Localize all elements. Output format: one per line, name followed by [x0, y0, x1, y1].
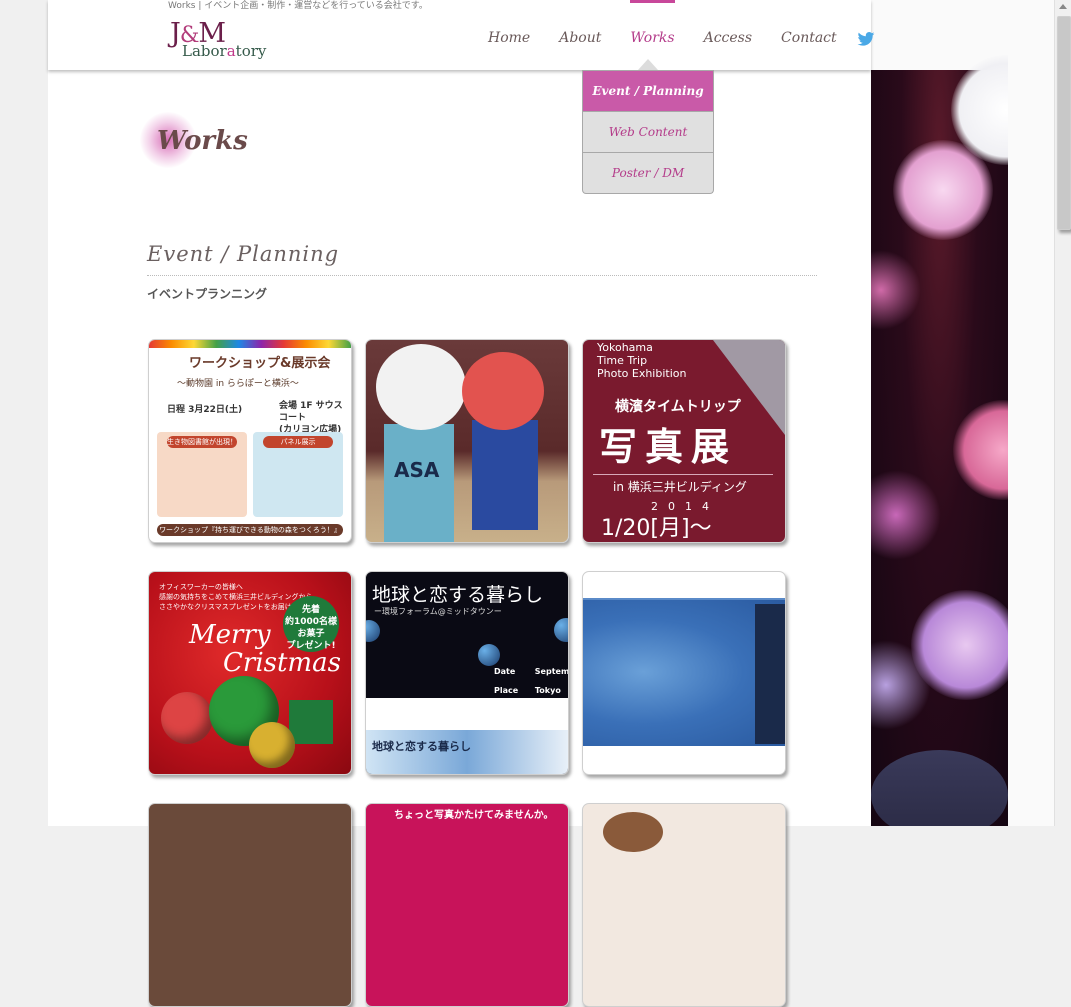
work-thumb-earth-photo[interactable]: [582, 571, 786, 775]
thumb-venue: in 横浜三井ビルディング: [613, 480, 747, 494]
work-thumb-workshop[interactable]: ワークショップ&展示会 〜動物園 in ららぽーと横浜〜 日程 3月22日(土)…: [148, 339, 352, 543]
thumb-subtitle: ー環境フォーラム@ミッドタウンー: [374, 607, 502, 616]
work-thumb-room[interactable]: [148, 803, 352, 1007]
nav-works[interactable]: Works: [630, 0, 675, 46]
thumb-title: ワークショップ&展示会: [189, 356, 331, 371]
work-thumb-mascots[interactable]: ASA: [365, 339, 569, 543]
logo-lab-a: Labor: [182, 42, 227, 60]
ornament-icon: [249, 722, 295, 768]
logo-lab-o: a: [226, 42, 236, 60]
thumb-date: 日程 3月22日(土): [167, 405, 243, 415]
site-header: Works | イベント企画・制作・運営などを行っている会社です。 J&M La…: [48, 0, 875, 70]
work-thumb-photo-exhibition[interactable]: Yokohama Time Trip Photo Exhibition 横濱タイムト…: [582, 339, 786, 543]
thumb-dates: 1/20[月]〜2/14[金]: [601, 516, 712, 541]
thumb-band-text: 地球と恋する暮らし: [372, 740, 471, 753]
dropdown-item-web-content[interactable]: Web Content: [582, 112, 714, 153]
twitter-icon[interactable]: [857, 32, 875, 46]
logo-lab-b: tory: [235, 42, 267, 60]
thumb-jp-title: 地球と恋する暮らし: [372, 584, 544, 606]
gift-badge: 先着 約1000名様 お菓子 プレゼント!: [283, 596, 339, 652]
work-thumb-portrait[interactable]: [582, 803, 786, 1007]
work-thumb-earth-forum[interactable]: 地球と恋する暮らし ー環境フォーラム@ミッドタウンー Date Septem Pl…: [365, 571, 569, 775]
mascot-label: ASA: [394, 458, 440, 482]
site-logo[interactable]: J&M Laboratory: [170, 18, 280, 64]
dropdown-item-event-planning[interactable]: Event / Planning: [582, 70, 714, 112]
nav-contact[interactable]: Contact: [781, 30, 837, 46]
section-divider: [147, 275, 817, 276]
work-thumb-christmas[interactable]: オフィスワーカーの皆様へ 感謝の気持ちをこめて横浜三井ビルディングから ささやかなク…: [148, 571, 352, 775]
works-dropdown: Event / Planning Web Content Poster / DM: [582, 59, 714, 194]
section-subtitle: イベントプランニング: [147, 287, 268, 301]
scrollbar-thumb[interactable]: [1057, 16, 1071, 230]
nav-about[interactable]: About: [559, 30, 601, 46]
main-nav: Home About Works Access Contact: [488, 0, 866, 46]
vertical-scrollbar[interactable]: [1054, 0, 1071, 826]
site-tagline: Works | イベント企画・制作・運営などを行っている会社です。: [168, 1, 428, 11]
earth-icon: [366, 620, 380, 642]
work-thumb-photo-invite[interactable]: ちょっと写真かたけてみませんか。: [365, 803, 569, 1007]
thumb-jp-subtitle: 横濱タイムトリップ: [615, 399, 741, 415]
gift-box-icon: [289, 700, 333, 744]
thumb-tag: パネル展示: [263, 436, 333, 448]
thumb-tag: 生き物図書館が出現！: [167, 436, 237, 448]
mascot-head-icon: [376, 344, 466, 430]
thumb-christmas: Cristmas: [223, 648, 341, 678]
section-title: Event / Planning: [147, 242, 340, 266]
page-title: Works: [157, 126, 248, 156]
ornament-icon: [161, 692, 213, 744]
thumb-jp-title: 写真展: [599, 424, 738, 469]
scroll-up-arrow-icon[interactable]: [1059, 4, 1067, 9]
background-bokeh: [871, 0, 1008, 826]
thumb-footer: ワークショップ『持ち運びできる動物の森をつくろう！』: [157, 524, 343, 536]
mascot-head-icon: [462, 352, 544, 430]
logo-j: J: [170, 18, 181, 49]
thumb-info: Date Septem Place Tokyo: [494, 667, 569, 695]
thumb-merry: Merry: [189, 620, 271, 650]
dropdown-caret-icon: [638, 59, 658, 70]
dropdown-item-poster-dm[interactable]: Poster / DM: [582, 153, 714, 194]
earth-icon: [554, 618, 568, 642]
nav-home[interactable]: Home: [488, 30, 530, 46]
thumb-place: 会場 1F サウスコート (カリヨン広場): [279, 401, 343, 435]
nav-access[interactable]: Access: [704, 30, 752, 46]
thumb-text: ちょっと写真かたけてみませんか。: [394, 810, 554, 821]
page-gutter: [1008, 0, 1054, 826]
thumb-subtitle: 〜動物園 in ららぽーと横浜〜: [177, 379, 299, 389]
thumb-en-title: Yokohama Time Trip Photo Exhibition: [597, 341, 687, 380]
